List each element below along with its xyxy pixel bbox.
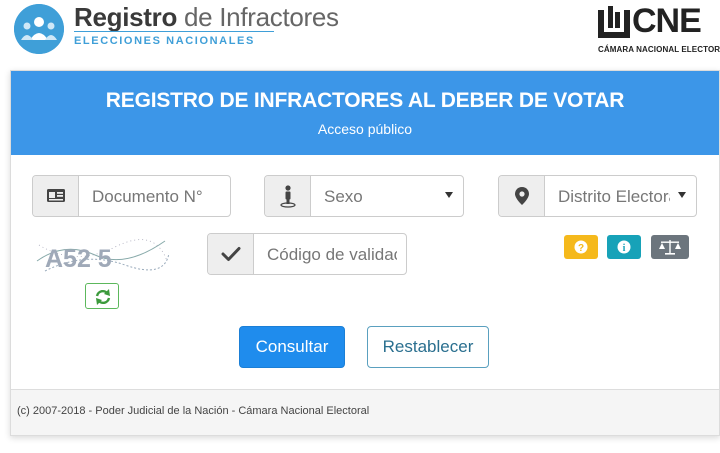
top-header: Registro de Infractores ELECCIONES NACIO… <box>0 0 720 62</box>
panel-header: REGISTRO DE INFRACTORES AL DEBER DE VOTA… <box>11 71 719 155</box>
legal-button[interactable] <box>651 235 689 259</box>
help-button[interactable]: ? <box>564 235 598 259</box>
sexo-select[interactable]: Sexo <box>264 175 464 217</box>
cne-caption: CÁMARA NACIONAL ELECTORAL <box>598 45 720 54</box>
brand-divider <box>74 31 274 32</box>
sexo-addon <box>265 176 311 216</box>
copyright-text: (c) 2007-2018 - Poder Judicial de la Nac… <box>17 405 370 417</box>
codigo-input[interactable]: Código de validación <box>267 245 397 265</box>
brand-subtitle: ELECCIONES NACIONALES <box>74 35 255 47</box>
distrito-value: Distrito Electoral <box>558 187 670 206</box>
panel-footer: (c) 2007-2018 - Poder Judicial de la Nac… <box>11 389 719 435</box>
captcha-text: A52 5 <box>45 245 112 273</box>
info-button[interactable]: i <box>607 235 641 259</box>
panel-title: REGISTRO DE INFRACTORES AL DEBER DE VOTA… <box>105 89 625 112</box>
chevron-down-icon <box>678 192 686 198</box>
registro-logo-icon <box>14 4 64 54</box>
cne-logo: CNE CÁMARA NACIONAL ELECTORAL <box>596 2 720 58</box>
documento-field[interactable]: Documento N° <box>32 175 231 217</box>
cne-wordmark: CNE <box>632 2 702 40</box>
consultar-button[interactable]: Consultar <box>239 326 345 368</box>
svg-text:?: ? <box>578 243 584 254</box>
refresh-captcha-button[interactable] <box>85 283 119 309</box>
panel-subtitle: Acceso público <box>317 121 413 137</box>
consulta-panel: REGISTRO DE INFRACTORES AL DEBER DE VOTA… <box>10 70 720 436</box>
check-icon <box>221 247 241 261</box>
documento-input[interactable]: Documento N° <box>92 187 222 207</box>
codigo-validacion-field[interactable]: Código de validación <box>207 233 407 275</box>
codigo-addon <box>208 234 254 274</box>
info-icon: i <box>617 240 631 254</box>
svg-text:i: i <box>623 243 626 254</box>
brand-title: Registro de Infractores <box>74 2 339 32</box>
refresh-icon <box>95 289 111 305</box>
chevron-down-icon <box>445 192 453 198</box>
captcha-image: A52 5 <box>35 231 171 281</box>
distrito-select[interactable]: Distrito Electoral <box>498 175 697 217</box>
question-icon: ? <box>574 240 588 254</box>
person-icon <box>280 185 296 208</box>
distrito-addon <box>499 176 545 216</box>
map-marker-icon <box>515 187 529 205</box>
cne-mark-icon <box>598 6 630 38</box>
documento-addon <box>33 176 79 216</box>
balance-scale-icon <box>659 240 681 255</box>
sexo-value: Sexo <box>324 187 363 206</box>
id-card-icon <box>47 189 65 202</box>
restablecer-button[interactable]: Restablecer <box>367 326 489 368</box>
